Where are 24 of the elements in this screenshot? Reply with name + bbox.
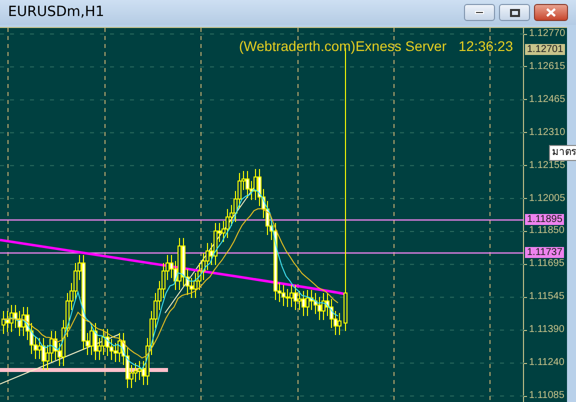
price-tick-label: 1.12310 (529, 128, 566, 138)
tooltip: มาตร (549, 145, 576, 161)
price-marker: 1.11895 (525, 214, 564, 224)
restore-icon (510, 8, 520, 16)
server-time: 12:36:23 (458, 37, 513, 56)
price-marker: 1.11737 (525, 246, 564, 258)
minimize-icon (475, 11, 484, 14)
price-tick-label: 1.12005 (529, 194, 566, 204)
price-marker: 1.12701 (525, 44, 566, 54)
server-label: (Webtraderth.com)Exness Server (239, 37, 446, 56)
price-tick-label: 1.12465 (529, 94, 566, 105)
price-tick-label: 1.11695 (529, 259, 564, 270)
price-tick-label: 1.11850 (529, 226, 564, 236)
price-tick-label: 1.12770 (529, 29, 566, 39)
price-tick-label: 1.11240 (529, 358, 564, 368)
price-tick-label: 1.11545 (529, 292, 564, 302)
close-button[interactable] (534, 4, 568, 21)
price-tick-label: 1.11390 (529, 325, 564, 336)
price-tick-label: 1.12155 (529, 160, 566, 171)
price-tick-label: 1.11085 (529, 391, 564, 401)
price-tick-label: 1.12615 (529, 62, 566, 72)
close-icon (546, 8, 556, 17)
window-title: EURUSDm,H1 (8, 3, 104, 22)
restore-button[interactable] (499, 4, 530, 21)
